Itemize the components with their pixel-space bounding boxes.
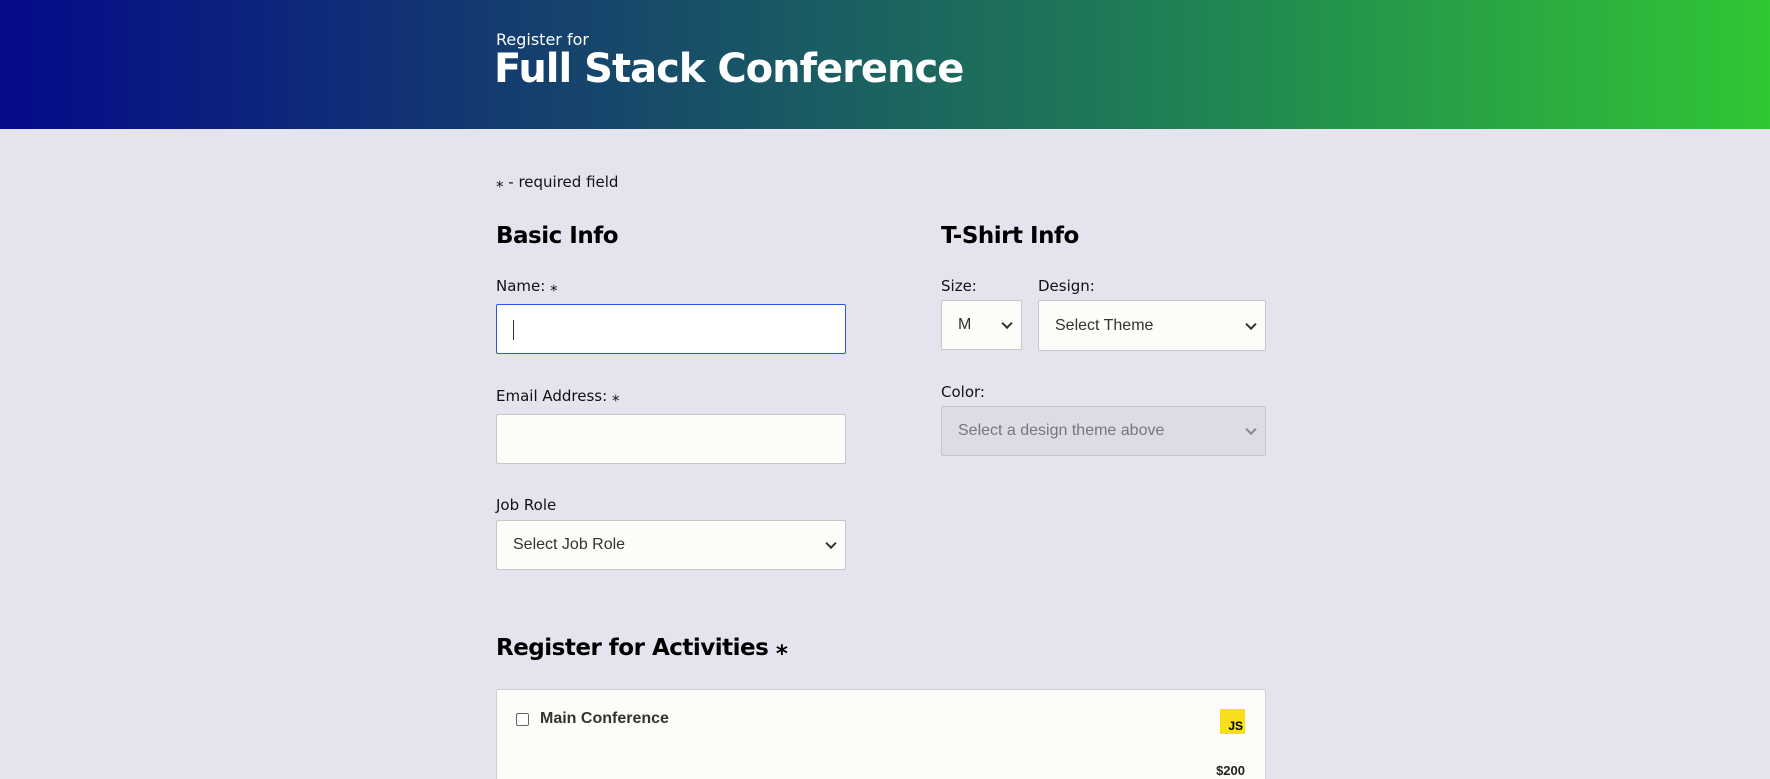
required-field-note: ⁎ - required field [496,173,619,191]
page-title: Full Stack Conference [494,46,964,92]
text-caret [513,320,514,340]
size-selected-value: M [958,316,972,333]
chevron-down-icon [1245,318,1257,330]
main-conference-checkbox[interactable] [516,713,529,726]
color-label: Color: [941,383,985,401]
size-select[interactable]: M [941,300,1022,350]
activities-heading: Register for Activities ⁎ [496,635,788,661]
chevron-down-icon [825,537,837,550]
email-label: Email Address: ⁎ [496,387,620,405]
color-selected-value: Select a design theme above [958,422,1165,439]
job-role-label: Job Role [496,496,557,514]
job-role-selected-value: Select Job Role [513,536,626,553]
activity-name: Main Conference [540,710,669,727]
page-header: Register for Full Stack Conference [0,0,1770,129]
job-role-select[interactable]: Select Job Role [496,520,846,570]
chevron-down-icon [1245,423,1257,436]
activities-list: Main Conference JS $200 [496,689,1266,779]
design-label: Design: [1038,277,1095,295]
js-icon: JS [1220,709,1245,734]
basic-info-heading: Basic Info [496,223,619,249]
color-select[interactable]: Select a design theme above [941,406,1266,456]
design-selected-value: Select Theme [1055,316,1154,334]
tshirt-info-heading: T-Shirt Info [941,223,1079,249]
email-input[interactable] [496,414,846,464]
size-label: Size: [941,277,977,295]
name-label: Name: ⁎ [496,277,558,295]
activity-price: $200 [1216,763,1245,778]
name-input[interactable] [496,304,846,354]
chevron-down-icon [1001,317,1013,330]
design-select[interactable]: Select Theme [1038,300,1266,351]
